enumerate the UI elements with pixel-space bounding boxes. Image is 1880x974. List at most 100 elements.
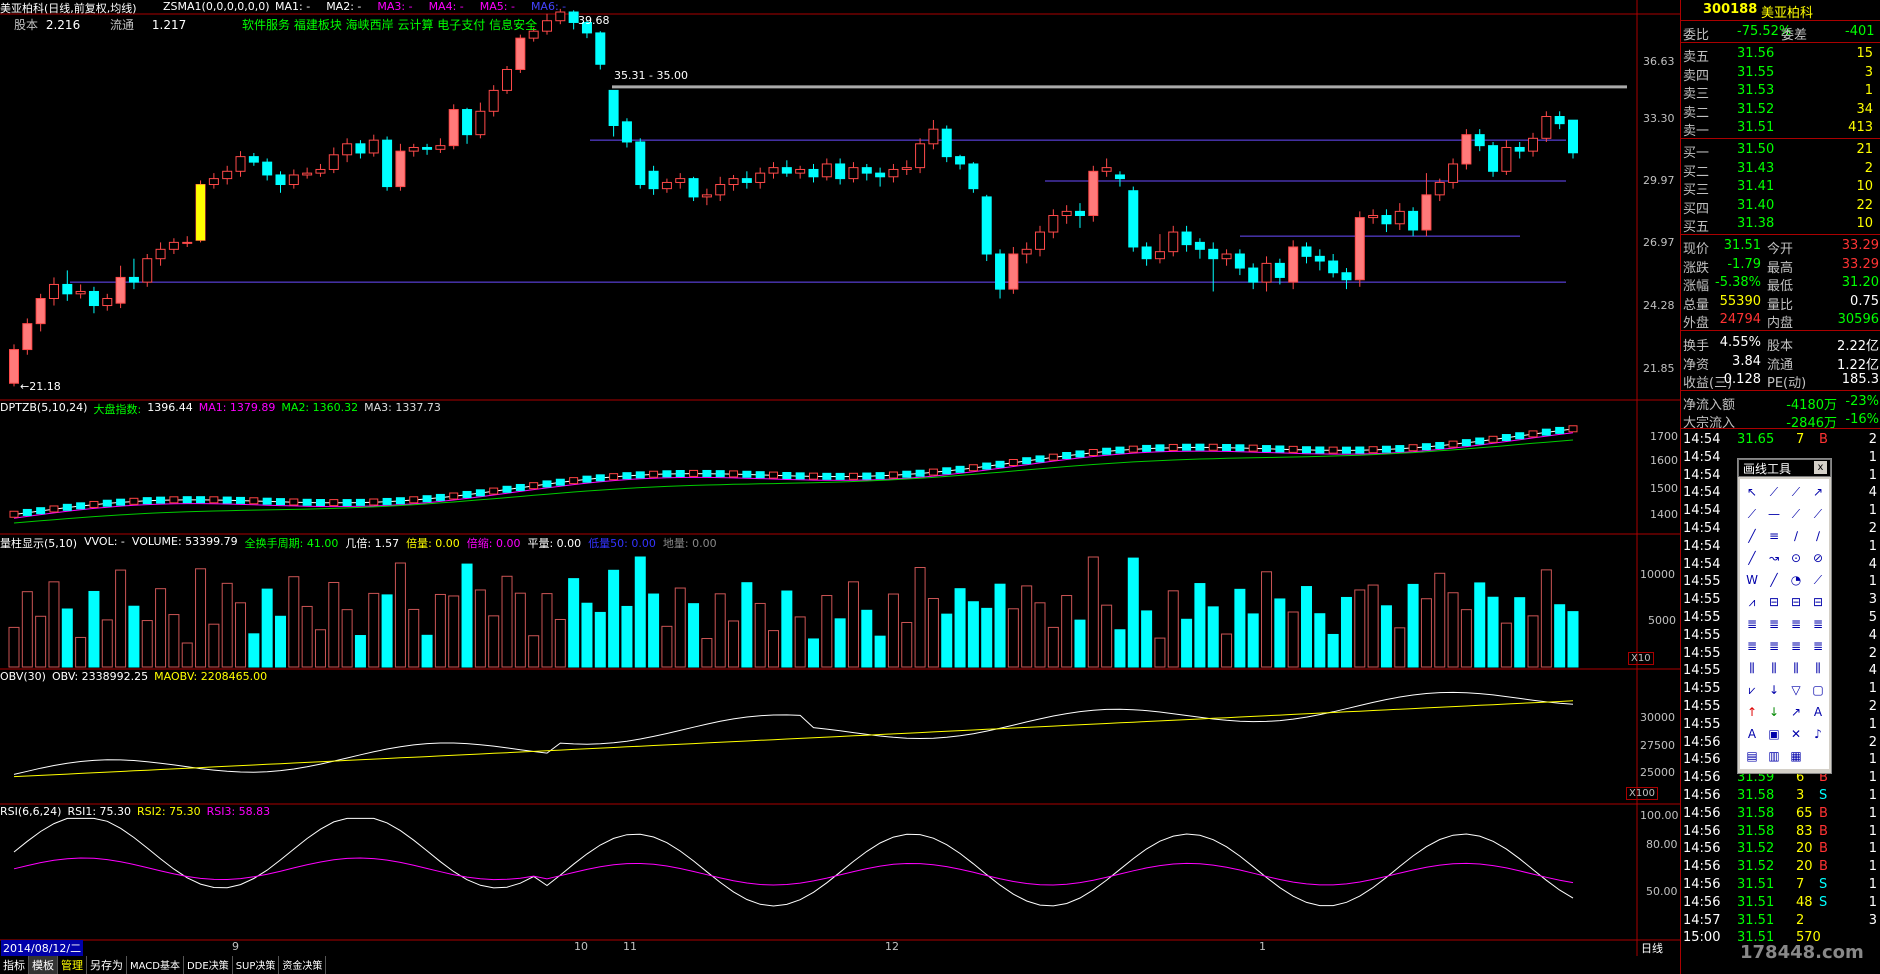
arrow-line-icon[interactable]: ↗ [1807,481,1829,503]
ind1-mini-candle [529,482,539,490]
gann-icon[interactable]: ≡ [1763,525,1785,547]
candle-body [1421,194,1432,231]
tick-time: 14:56 [1683,823,1721,839]
box-icon[interactable]: ⊟ [1807,591,1829,613]
chart-area[interactable]: 美亚柏科(日线,前复权,均线) ZSMA1(0,0,0,0,0,0) MA1: … [0,0,1680,974]
rect-icon[interactable]: ▢ [1807,679,1829,701]
volume-bar [568,578,580,668]
ind2-dl: 地量: 0.00 [662,537,717,550]
ind4-title[interactable]: RSI(6,6,24) [0,805,61,818]
save-icon[interactable]: ▤ [1741,745,1763,767]
cycle-icon[interactable]: ≣ [1785,635,1807,657]
tab-sup[interactable]: SUP决策 [233,956,280,974]
close-icon[interactable]: x [1814,461,1827,474]
line-icon[interactable]: ⟋ [1763,481,1785,503]
ind1-title[interactable]: DPTZB(5,10,24) [0,401,87,417]
blank-icon[interactable] [1807,745,1829,767]
concept-tags[interactable]: 软件服务 福建板块 海峡西岸 云计算 电子支付 信息安全 [242,16,537,33]
arc-icon[interactable]: ◔ [1785,569,1807,591]
ray-icon[interactable]: ⟋ [1785,481,1807,503]
fib2-icon[interactable]: ∕ [1807,525,1829,547]
tab-template[interactable]: 模板 [29,956,58,974]
vbars-icon[interactable]: ⫼ [1741,657,1763,679]
ind1-mini-candle [249,497,259,505]
vbars2-icon[interactable]: ⫼ [1763,657,1785,679]
hline-icon[interactable]: — [1763,503,1785,525]
tick-time: 14:56 [1683,894,1721,910]
ga-icon[interactable]: ⊟ [1785,591,1807,613]
load-icon[interactable]: ▥ [1763,745,1785,767]
speed-icon[interactable]: ╱ [1741,547,1763,569]
lines-icon[interactable]: ≣ [1807,635,1829,657]
pitchfork-icon[interactable]: ⟋ [1807,569,1829,591]
ind2-volume: VOLUME: 53399.79 [131,535,238,548]
fund-value: 185.3 [1841,372,1879,387]
bars-icon[interactable]: ≣ [1763,635,1785,657]
price-tick: 33.30 [1643,112,1675,125]
w-pattern-icon[interactable]: W [1741,569,1763,591]
cursor-icon[interactable]: ↖ [1741,481,1763,503]
ind1-mini-candle [515,483,525,491]
fib-ext-icon[interactable]: ≣ [1763,613,1785,635]
ind2-title[interactable]: 量柱显示(5,10) [0,535,77,551]
candle-body [928,128,939,145]
period-label[interactable]: 日线 [1641,940,1663,956]
kline-chart-svg[interactable] [0,0,1680,974]
ind1-mini-candle [875,472,885,480]
ind1-mini-candle [595,474,605,482]
parallel-icon[interactable]: ⟋ [1785,503,1807,525]
volume-bar [874,635,886,668]
zigzag-icon[interactable]: ⩘ [1741,591,1763,613]
ind1-mini-candle [315,499,325,507]
segment-icon[interactable]: ⟋ [1741,503,1763,525]
tab-indicator[interactable]: 指标 [0,956,29,974]
tab-capital[interactable]: 资金决策 [279,956,327,974]
tick-direction: S [1819,788,1828,803]
quote-label: 涨跌 [1683,260,1710,276]
trend-icon[interactable]: ╱ [1741,525,1763,547]
tab-manage[interactable]: 管理 [58,956,87,974]
vbars3-icon[interactable]: ⫼ [1785,657,1807,679]
text-icon[interactable]: A [1807,701,1829,723]
triangle-icon[interactable]: ▽ [1785,679,1807,701]
marker-icon[interactable]: ♪ [1807,723,1829,745]
tab-macd[interactable]: MACD基本 [127,956,184,974]
candle-body [275,174,286,186]
wave-icon[interactable]: ↝ [1763,547,1785,569]
circle-icon[interactable]: ⊙ [1785,547,1807,569]
fund-label: 流通 [1767,357,1794,373]
stamp-icon[interactable]: ▣ [1763,723,1785,745]
down-icon[interactable]: ↓ [1763,679,1785,701]
text-bg-icon[interactable]: A [1741,723,1763,745]
volume-bar [887,593,899,668]
diff-label: 委差 [1781,28,1808,43]
ind3-title[interactable]: OBV(30) [0,670,46,683]
period-icon[interactable]: ≣ [1807,613,1829,635]
vbars4-icon[interactable]: ⫼ [1807,657,1829,679]
up-right-icon[interactable]: ↗ [1785,701,1807,723]
up-arrow-icon[interactable]: ↑ [1741,701,1763,723]
grid-icon[interactable]: ≣ [1741,635,1763,657]
sell-price: 31.53 [1737,83,1775,98]
tab-dde[interactable]: DDE决策 [184,956,233,974]
angle-icon[interactable]: ╱ [1763,569,1785,591]
volume-bar [1301,586,1313,668]
ellipse-icon[interactable]: ⊘ [1807,547,1829,569]
tick-price: 31.51 [1737,894,1775,910]
candle-body [915,143,926,169]
fan-icon[interactable]: ⩗ [1741,679,1763,701]
gp-icon[interactable]: ⊟ [1763,591,1785,613]
tab-save-as[interactable]: 另存为 [87,956,127,974]
sell-volume: 34 [1856,101,1873,117]
tick-time: 14:56 [1683,841,1721,857]
fib-time-icon[interactable]: ≣ [1785,613,1807,635]
config-icon[interactable]: ▦ [1785,745,1807,767]
drawing-tools-panel[interactable]: 画线工具 x ↖ ⟋ ⟋ ↗ ⟋ — ⟋ ⟋ ╱ ≡ ∕ ∕ ╱ ↝ ⊙ ⊘ W ╱ ◔ ⟋ ⩘ ⊟ ⊟ ⊟ ≣ ≣ ≣ ≣ ≣ ≣ ≣ ≣ ⫼… [1737,458,1832,774]
fib-icon[interactable]: ∕ [1785,525,1807,547]
delete-icon[interactable]: ✕ [1785,723,1807,745]
ind2-tick: 10000 [1640,568,1675,581]
fund-value: 3.84 [1732,353,1761,369]
channel-icon[interactable]: ⟋ [1807,503,1829,525]
fib-ret-icon[interactable]: ≣ [1741,613,1763,635]
down-arrow-icon[interactable]: ↓ [1763,701,1785,723]
